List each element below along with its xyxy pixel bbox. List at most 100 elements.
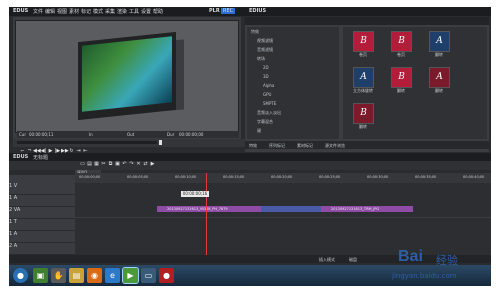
timeline-ruler[interactable]: 00:00:00;00 00:00:05;00 00:00:10;00 00:0… <box>75 173 491 183</box>
tree-item[interactable]: 音频淡入淡出 <box>257 110 281 116</box>
folder-icon[interactable]: ▣ <box>33 268 48 283</box>
track-header[interactable]: 1 A <box>9 195 75 207</box>
project-name: 无标题 <box>33 155 49 161</box>
effect-thumb[interactable]: B <box>391 31 412 52</box>
tree-item[interactable]: 3D <box>263 74 269 79</box>
tree-item[interactable]: 2D <box>263 65 269 70</box>
ruler-tick: 00:00:05;00 <box>127 175 149 179</box>
timeline-toolbar: ▭ ▤ ▦ ✂ ⧉ ▣ ↶ ↷ ✕ ⇄ ▶ <box>9 161 491 170</box>
watermark-brand: Bai <box>398 248 423 265</box>
tree-item[interactable]: 视频滤镜 <box>257 38 273 44</box>
desktop-screen: EDUS 文件 编辑 视图 素材 标记 模式 采集 渲染 工具 设置 帮助 PL… <box>9 7 491 286</box>
copy-icon[interactable]: ⧉ <box>107 161 114 167</box>
menu-render[interactable]: 渲染 <box>117 8 127 15</box>
scrub-handle[interactable] <box>159 140 162 145</box>
tree-item[interactable]: 键 <box>257 128 261 134</box>
delete-icon[interactable]: ✕ <box>135 161 142 167</box>
status-insert-mode: 插入模式 <box>319 257 335 262</box>
menu-settings[interactable]: 设置 <box>141 8 151 15</box>
tree-item[interactable]: 特效 <box>251 29 259 35</box>
menu-marker[interactable]: 标记 <box>81 8 91 15</box>
watermark-suffix: 经验 <box>436 254 458 267</box>
hand-icon[interactable]: ✋ <box>51 268 66 283</box>
ruler-tick: 00:00:10;00 <box>175 175 197 179</box>
playhead[interactable] <box>206 173 207 261</box>
effect-thumb[interactable]: B <box>353 103 374 124</box>
effect-thumb[interactable]: B <box>391 67 412 88</box>
record-icon[interactable]: ● <box>159 268 174 283</box>
effect-label: 翻转 <box>359 124 367 129</box>
video-clip[interactable]: 20130927131613_VID08_PH_7879 <box>157 206 261 212</box>
scrub-bar[interactable] <box>17 141 157 144</box>
effect-label: 翻转 <box>435 52 443 57</box>
effect-thumb[interactable]: A <box>353 67 374 88</box>
redo-icon[interactable]: ↷ <box>128 161 135 167</box>
player-label: PLR <box>209 8 220 14</box>
explorer-icon[interactable]: ▤ <box>69 268 84 283</box>
tree-item[interactable]: Alpha <box>263 83 274 88</box>
tree-item[interactable]: SMPTE <box>263 101 276 106</box>
cur-timecode: 00:00:00;11 <box>29 132 54 137</box>
tab-sequence-markers[interactable]: 序列标记 <box>269 143 285 149</box>
image-clip[interactable]: 20130927131613_TRM_JPG <box>321 206 413 212</box>
ruler-tick: 00:00:40;00 <box>463 175 485 179</box>
player-mode-button[interactable]: REC <box>221 8 236 14</box>
in-label: In <box>89 132 93 137</box>
undo-icon[interactable]: ↶ <box>121 161 128 167</box>
baidu-watermark: Bai 经验 jingyan.baidu.com <box>392 246 482 286</box>
menu-capture[interactable]: 采集 <box>105 8 115 15</box>
dur-timecode: 00:00:00;00 <box>179 132 204 137</box>
menu-mode[interactable]: 模式 <box>93 8 103 15</box>
start-button[interactable]: ● <box>13 268 28 283</box>
edius-icon[interactable]: ▶ <box>122 267 139 284</box>
menu-clip[interactable]: 素材 <box>69 8 79 15</box>
tree-item[interactable]: 转场 <box>257 56 265 62</box>
track-header[interactable]: 1 T <box>9 219 75 231</box>
menu-file[interactable]: 文件 <box>33 8 43 15</box>
ruler-tick: 00:00:20;00 <box>271 175 293 179</box>
title-bar: EDUS 文件 编辑 视图 素材 标记 模式 采集 渲染 工具 设置 帮助 PL… <box>9 7 491 16</box>
ie-icon[interactable]: e <box>105 268 120 283</box>
ruler-tick: 00:00:30;00 <box>367 175 389 179</box>
tab-source-browser[interactable]: 源文件浏览 <box>325 143 345 149</box>
effect-label: 翻转 <box>435 88 443 93</box>
ruler-tick: 00:00:25;00 <box>319 175 341 179</box>
paste-icon[interactable]: ▣ <box>114 161 121 167</box>
track-header[interactable]: 2 A <box>9 243 75 255</box>
tab-effects[interactable]: 特效 <box>249 143 257 149</box>
firefox-icon[interactable]: ◉ <box>87 268 102 283</box>
tree-item[interactable]: 音频滤镜 <box>257 47 273 53</box>
preview-image <box>82 36 172 112</box>
menu-tools[interactable]: 工具 <box>129 8 139 15</box>
menu-view[interactable]: 视图 <box>57 8 67 15</box>
transition-frame <box>78 31 176 121</box>
effect-thumb[interactable]: A <box>429 31 450 52</box>
track-divider <box>75 217 491 218</box>
dur-label: Dur <box>167 132 175 137</box>
tree-item[interactable]: 字幕混合 <box>257 119 273 125</box>
menu-edit[interactable]: 编辑 <box>45 8 55 15</box>
menu-help[interactable]: 帮助 <box>153 8 163 15</box>
effect-label: 卷页 <box>359 52 367 57</box>
playhead-timecode: 00:00:00;16 <box>181 191 209 197</box>
save-icon[interactable]: ▦ <box>93 161 100 167</box>
tab-clip-markers[interactable]: 素材标记 <box>297 143 313 149</box>
watermark-url: jingyan.baidu.com <box>392 272 457 280</box>
open-icon[interactable]: ▤ <box>86 161 93 167</box>
effect-thumb[interactable]: B <box>353 31 374 52</box>
track-header[interactable]: 1 V <box>9 183 75 195</box>
preview-viewport <box>15 20 239 133</box>
effects-tree: 特效 视频滤镜 音频滤镜 转场 2D 3D Alpha GPU SMPTE 音频… <box>247 27 339 139</box>
window-icon[interactable]: ▭ <box>141 268 156 283</box>
ripple-icon[interactable]: ⇄ <box>142 161 149 167</box>
new-icon[interactable]: ▭ <box>79 161 86 167</box>
cut-icon[interactable]: ✂ <box>100 161 107 167</box>
transition-clip[interactable] <box>261 206 321 212</box>
tree-item[interactable]: GPU <box>263 92 271 97</box>
track-header[interactable]: 1 A <box>9 231 75 243</box>
effects-panel-header <box>245 17 489 25</box>
effect-label: 卷页 <box>397 52 405 57</box>
track-header[interactable]: 2 VA <box>9 207 75 219</box>
effect-thumb[interactable]: A <box>429 67 450 88</box>
render-icon[interactable]: ▶ <box>149 161 156 167</box>
